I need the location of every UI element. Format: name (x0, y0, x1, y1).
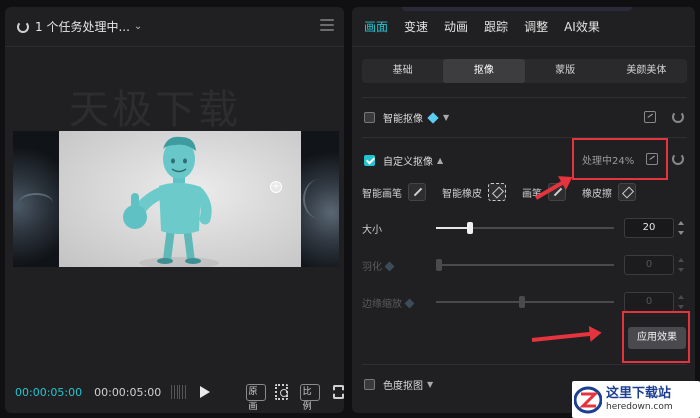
custom-cutout-label: 自定义抠像 (383, 157, 433, 168)
divider (362, 97, 687, 98)
size-slider-row: 大小 20 (362, 217, 687, 239)
processing-highlight: 处理中24% (572, 138, 668, 180)
earth-right-image (301, 131, 339, 267)
watermark-text: 天极下载 (69, 87, 241, 133)
earth-left-image (13, 131, 59, 267)
subtab-mask[interactable]: 蒙版 (525, 59, 606, 83)
subtab-basic[interactable]: 基础 (362, 59, 443, 83)
task-status-label: 1 个任务处理中... (35, 20, 130, 34)
cutout-tools: 智能画笔 智能橡皮 画笔 橡皮擦 (362, 182, 652, 202)
size-label: 大小 (362, 224, 382, 236)
app-root: 1 个任务处理中... ⌄ 天极下载 + 00:00:05:00 00:00:0… (0, 0, 700, 418)
add-keyframe-icon[interactable]: + (270, 181, 282, 193)
cartoon-man-image (123, 136, 219, 267)
feather-slider-row: 羽化 0 (362, 254, 687, 276)
smart-cutout-label: 智能抠像 (383, 114, 423, 125)
original-view-button[interactable]: 原画 (245, 383, 266, 412)
property-tabs: 画面 变速 动画 跟踪 调整 AI效果 (352, 7, 695, 47)
vip-diamond-icon (404, 298, 415, 308)
playback-bar: 00:00:05:00 00:00:05:00 原画 比例 (5, 371, 344, 413)
vip-diamond-icon (384, 261, 395, 271)
tab-adjust[interactable]: 调整 (524, 18, 548, 35)
divider (362, 364, 687, 365)
tab-speed[interactable]: 变速 (404, 18, 428, 35)
properties-panel: 画面 变速 动画 跟踪 调整 AI效果 基础 抠像 蒙版 美颜美体 智能抠像 ▼… (352, 7, 695, 413)
fullscreen-icon[interactable] (332, 385, 344, 399)
smart-brush-label: 智能画笔 (362, 188, 402, 200)
loading-spinner-icon (17, 20, 29, 33)
chroma-key-label: 色度抠图 (383, 381, 423, 392)
smart-brush-icon[interactable] (408, 183, 426, 201)
size-stepper[interactable] (678, 219, 684, 237)
tab-picture[interactable]: 画面 (364, 18, 388, 35)
feather-stepper[interactable] (678, 256, 684, 274)
character-frame[interactable]: + (59, 131, 301, 267)
apply-effect-button[interactable]: 应用效果 (628, 327, 686, 349)
tab-animation[interactable]: 动画 (444, 18, 468, 35)
eraser-icon[interactable] (618, 183, 636, 201)
keyframe-icon[interactable] (644, 111, 656, 123)
feather-slider[interactable] (436, 259, 614, 271)
reset-icon[interactable] (672, 153, 684, 165)
logo-text: 这里下载站 heredown.com (606, 386, 673, 413)
logo-cn: 这里下载站 (606, 386, 672, 401)
eraser-label: 橡皮擦 (582, 188, 612, 200)
chevron-up-icon[interactable]: ▲ (437, 156, 443, 165)
logo-en: heredown.com (606, 402, 673, 412)
smart-cutout-checkbox[interactable] (364, 112, 375, 123)
edge-slider-handle[interactable] (519, 296, 525, 308)
edge-slider-row: 边缘缩放 0 (362, 291, 687, 313)
ratio-button[interactable]: 比例 (299, 383, 320, 412)
tab-tracking[interactable]: 跟踪 (484, 18, 508, 35)
play-icon[interactable] (199, 386, 210, 398)
task-header[interactable]: 1 个任务处理中... ⌄ (5, 7, 344, 47)
reset-icon[interactable] (672, 111, 684, 123)
top-strip (402, 7, 632, 11)
chevron-down-icon[interactable]: ⌄ (134, 21, 142, 32)
size-input[interactable]: 20 (624, 218, 674, 238)
edge-label: 边缘缩放 (362, 295, 436, 310)
edge-input[interactable]: 0 (624, 292, 674, 312)
logo-mark-icon (574, 386, 602, 413)
keyframe-icon[interactable] (646, 153, 658, 165)
feather-input[interactable]: 0 (624, 255, 674, 275)
custom-cutout-row: 自定义抠像 ▲ (364, 153, 443, 168)
chroma-key-row: 色度抠图 ▼ (364, 377, 433, 392)
tab-ai-effects[interactable]: AI效果 (564, 18, 600, 35)
subtab-beauty[interactable]: 美颜美体 (606, 59, 687, 83)
site-logo: 这里下载站 heredown.com (572, 381, 700, 418)
subtab-cutout[interactable]: 抠像 (443, 59, 525, 83)
player-panel: 1 个任务处理中... ⌄ 天极下载 + 00:00:05:00 00:00:0… (5, 7, 344, 413)
size-slider-handle[interactable] (467, 222, 473, 234)
chevron-down-icon[interactable]: ▼ (443, 113, 449, 122)
focus-icon[interactable] (274, 384, 288, 400)
chroma-key-checkbox[interactable] (364, 379, 375, 390)
smart-cutout-row: 智能抠像 ▼ (364, 110, 449, 125)
smart-eraser-icon[interactable] (488, 183, 506, 201)
feather-label: 羽化 (362, 258, 436, 273)
menu-icon[interactable] (320, 19, 334, 31)
total-time: 00:00:05:00 (94, 385, 162, 399)
current-time: 00:00:05:00 (15, 385, 83, 399)
edge-stepper[interactable] (678, 293, 684, 311)
edge-slider[interactable] (436, 296, 614, 308)
processing-status: 处理中24% (582, 155, 635, 167)
picture-subtabs: 基础 抠像 蒙版 美颜美体 (362, 59, 687, 83)
vip-diamond-icon (427, 111, 439, 124)
timeline-grid-icon[interactable] (171, 385, 186, 399)
chevron-down-icon[interactable]: ▼ (427, 380, 433, 389)
smart-eraser-label: 智能橡皮 (442, 188, 482, 200)
size-slider[interactable] (436, 222, 614, 234)
video-preview[interactable]: + (13, 131, 339, 267)
feather-slider-handle[interactable] (436, 259, 442, 271)
custom-cutout-checkbox[interactable] (364, 155, 375, 166)
